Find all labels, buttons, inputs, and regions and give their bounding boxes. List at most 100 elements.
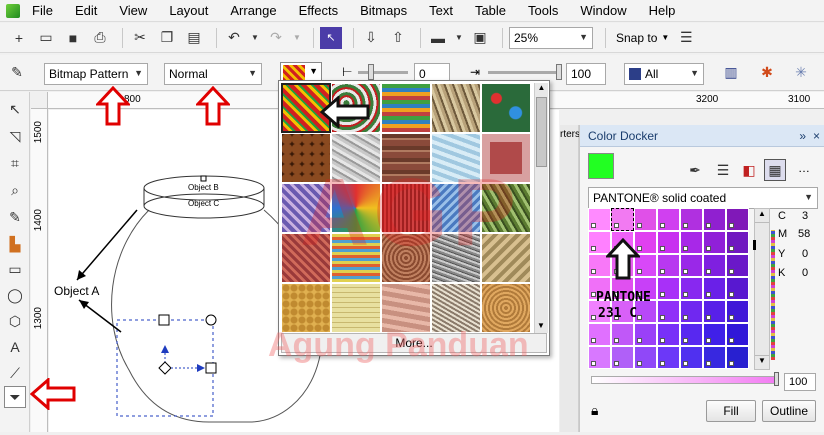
pattern-swatch[interactable] — [481, 83, 531, 133]
tint-value-input[interactable]: 100 — [784, 373, 816, 391]
color-swatch[interactable] — [634, 346, 657, 369]
transparency-tool-icon[interactable]: ⏷ — [4, 386, 26, 408]
pick-tool-icon[interactable]: ↖ — [4, 98, 26, 120]
transparency-start-slider[interactable] — [358, 71, 408, 74]
freehand-tool-icon[interactable]: ✎ — [4, 206, 26, 228]
transparency-end-slider[interactable] — [488, 71, 560, 74]
color-swatch[interactable] — [680, 323, 703, 346]
edit-transparency-icon[interactable]: ✳ — [790, 61, 812, 83]
pattern-swatch[interactable] — [381, 83, 431, 133]
copy-transparency-icon[interactable]: ✱ — [756, 61, 778, 83]
color-swatch[interactable] — [703, 254, 726, 277]
color-swatch[interactable] — [680, 300, 703, 323]
color-swatch[interactable] — [657, 231, 680, 254]
pattern-swatch[interactable] — [331, 133, 381, 183]
color-swatch[interactable] — [726, 208, 749, 231]
ruler-corner[interactable] — [31, 92, 48, 109]
pattern-swatch[interactable] — [281, 233, 331, 283]
pattern-swatch[interactable] — [331, 233, 381, 283]
color-swatch[interactable] — [726, 254, 749, 277]
shape-tool-icon[interactable]: ◹ — [4, 125, 26, 147]
color-swatch[interactable] — [588, 208, 611, 231]
color-swatch[interactable] — [680, 208, 703, 231]
pattern-swatch[interactable] — [381, 133, 431, 183]
close-docker-icon[interactable]: × — [813, 125, 820, 147]
color-swatch[interactable] — [726, 277, 749, 300]
pattern-swatch[interactable] — [281, 283, 331, 333]
crop-tool-icon[interactable]: ⌗ — [4, 152, 26, 174]
more-options-icon[interactable]: … — [798, 161, 810, 175]
docker-side-tab[interactable]: rters — [560, 125, 580, 432]
zoom-tool-icon[interactable]: ⌕ — [4, 179, 26, 201]
color-swatch[interactable] — [634, 208, 657, 231]
menu-file[interactable]: File — [32, 3, 53, 18]
dimension-tool-icon[interactable]: ⟋ — [4, 362, 26, 384]
transparency-node[interactable] — [158, 314, 170, 326]
print-icon[interactable]: ⎙ — [89, 27, 111, 49]
color-swatch[interactable] — [703, 323, 726, 346]
pattern-swatch[interactable] — [281, 183, 331, 233]
pattern-scrollbar[interactable]: ▲ ▼ — [534, 83, 548, 333]
more-patterns-button[interactable]: More... — [281, 333, 547, 353]
new-document-icon[interactable]: + — [8, 27, 30, 49]
eyedropper-icon[interactable]: ✒ — [684, 159, 706, 181]
text-tool-icon[interactable]: A — [4, 336, 26, 358]
snap-to-dropdown-icon[interactable]: ▼ — [661, 33, 669, 42]
pattern-swatch[interactable] — [481, 133, 531, 183]
color-swatch[interactable] — [634, 323, 657, 346]
menu-arrange[interactable]: Arrange — [230, 3, 276, 18]
pattern-swatch[interactable] — [331, 183, 381, 233]
outline-button[interactable]: Outline — [762, 400, 816, 422]
freeze-transparency-icon[interactable]: ▥ — [720, 61, 742, 83]
menu-text[interactable]: Text — [429, 3, 453, 18]
pattern-swatch[interactable] — [481, 183, 531, 233]
horizontal-ruler-right[interactable]: 3200 3100 — [560, 92, 824, 109]
pattern-swatch[interactable] — [431, 233, 481, 283]
pattern-swatch[interactable] — [331, 283, 381, 333]
color-swatch[interactable] — [588, 323, 611, 346]
menu-edit[interactable]: Edit — [75, 3, 97, 18]
lock-icon[interactable]: 🔒︎ — [591, 402, 598, 419]
color-swatch[interactable] — [703, 346, 726, 369]
color-palettes-icon[interactable]: ▦ — [764, 159, 786, 181]
tint-strip[interactable] — [771, 230, 775, 360]
menu-layout[interactable]: Layout — [169, 3, 208, 18]
menu-help[interactable]: Help — [649, 3, 676, 18]
options-icon[interactable]: ☰ — [675, 27, 697, 49]
pattern-swatch[interactable] — [431, 83, 481, 133]
color-swatch[interactable] — [657, 300, 680, 323]
pattern-swatch[interactable] — [481, 283, 531, 333]
handle-node[interactable] — [200, 175, 207, 182]
undo-dropdown-icon[interactable]: ▼ — [250, 27, 260, 49]
paste-icon[interactable]: ▤ — [183, 27, 205, 49]
rectangle-tool-icon[interactable]: ▭ — [4, 258, 26, 280]
open-folder-icon[interactable]: ▭ — [35, 27, 57, 49]
pattern-swatch[interactable] — [381, 233, 431, 283]
menu-tools[interactable]: Tools — [528, 3, 558, 18]
scroll-down-icon[interactable]: ▼ — [535, 321, 547, 333]
publish-dropdown-icon[interactable]: ▼ — [454, 27, 464, 49]
color-swatch[interactable] — [657, 323, 680, 346]
merge-mode-select[interactable]: Normal ▼ — [164, 63, 262, 85]
transparency-node[interactable] — [158, 361, 172, 375]
color-swatch[interactable] — [657, 208, 680, 231]
color-swatch[interactable] — [726, 346, 749, 369]
smart-fill-tool-icon[interactable]: ▙ — [4, 233, 26, 255]
color-swatch[interactable] — [703, 277, 726, 300]
color-swatch[interactable] — [703, 300, 726, 323]
color-swatch[interactable] — [680, 346, 703, 369]
color-swatch[interactable] — [611, 323, 634, 346]
pattern-swatch[interactable] — [281, 133, 331, 183]
pattern-swatch[interactable] — [431, 183, 481, 233]
import-icon[interactable]: ⇩ — [360, 27, 382, 49]
color-swatch[interactable] — [657, 254, 680, 277]
tint-slider[interactable] — [591, 376, 779, 384]
color-viewer-icon[interactable]: ◧ — [738, 159, 760, 181]
pattern-swatch[interactable] — [481, 233, 531, 283]
color-swatch[interactable] — [703, 208, 726, 231]
menu-effects[interactable]: Effects — [299, 3, 339, 18]
edit-fill-icon[interactable]: ✎ — [6, 61, 28, 83]
scroll-down-icon[interactable]: ▼ — [755, 355, 769, 369]
color-swatch[interactable] — [657, 346, 680, 369]
cut-icon[interactable]: ✂ — [129, 27, 151, 49]
